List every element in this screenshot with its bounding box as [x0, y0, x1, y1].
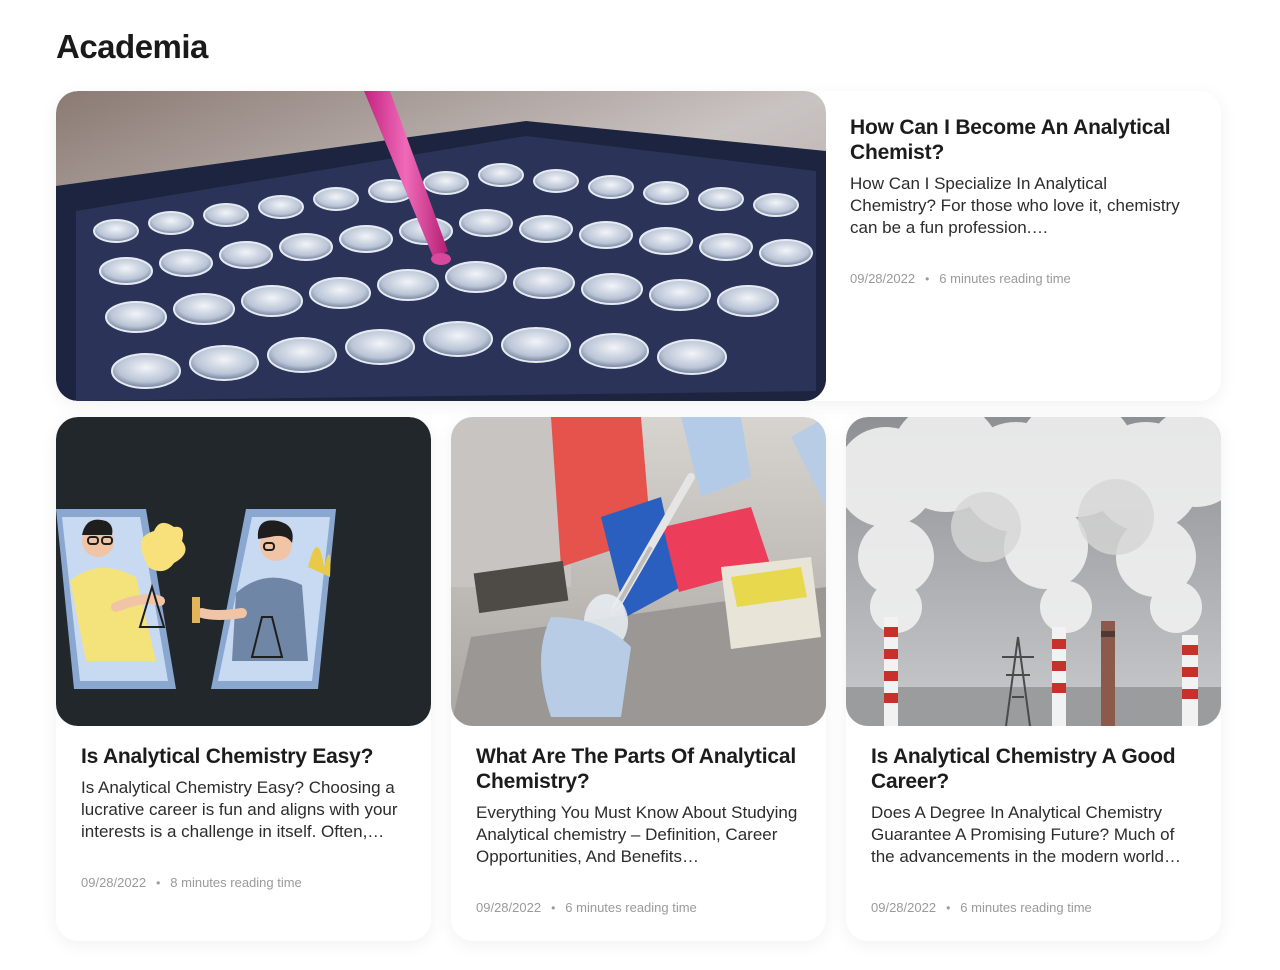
- article-meta: 09/28/2022 • 6 minutes reading time: [871, 900, 1201, 915]
- article-image[interactable]: [56, 417, 431, 726]
- featured-article-excerpt: How Can I Specialize In Analytical Chemi…: [850, 174, 1180, 237]
- article-excerpt: Is Analytical Chemistry Easy? Choosing a…: [81, 778, 398, 841]
- featured-article-image[interactable]: [56, 91, 826, 401]
- page: Academia How Can I Become An Analytical …: [0, 0, 1280, 970]
- article-title[interactable]: What Are The Parts Of Analytical Chemist…: [476, 744, 806, 794]
- reading-time: 8 minutes reading time: [170, 875, 302, 890]
- featured-article-title[interactable]: How Can I Become An Analytical Chemist?: [850, 115, 1195, 165]
- article-body: Is Analytical Chemistry Easy? Is Analyti…: [81, 744, 411, 890]
- meta-separator: •: [156, 875, 161, 890]
- article-date: 09/28/2022: [850, 271, 916, 286]
- article-card[interactable]: Is Analytical Chemistry Easy? Is Analyti…: [56, 417, 431, 941]
- featured-article-body: How Can I Become An Analytical Chemist? …: [850, 115, 1195, 286]
- article-meta: 09/28/2022 • 8 minutes reading time: [81, 875, 411, 890]
- article-title[interactable]: Is Analytical Chemistry A Good Career?: [871, 744, 1201, 794]
- article-card[interactable]: Is Analytical Chemistry A Good Career? D…: [846, 417, 1221, 941]
- meta-separator: •: [946, 900, 951, 915]
- article-card[interactable]: What Are The Parts Of Analytical Chemist…: [451, 417, 826, 941]
- featured-article-card[interactable]: How Can I Become An Analytical Chemist? …: [56, 91, 1221, 401]
- article-body: What Are The Parts Of Analytical Chemist…: [476, 744, 806, 915]
- article-meta: 09/28/2022 • 6 minutes reading time: [476, 900, 806, 915]
- article-image[interactable]: [451, 417, 826, 726]
- reading-time: 6 minutes reading time: [960, 900, 1092, 915]
- reading-time: 6 minutes reading time: [939, 271, 1071, 286]
- meta-separator: •: [551, 900, 556, 915]
- article-body: Is Analytical Chemistry A Good Career? D…: [871, 744, 1201, 915]
- article-image[interactable]: [846, 417, 1221, 726]
- meta-separator: •: [925, 271, 930, 286]
- article-title[interactable]: Is Analytical Chemistry Easy?: [81, 744, 411, 769]
- featured-article-meta: 09/28/2022 • 6 minutes reading time: [850, 271, 1195, 286]
- article-date: 09/28/2022: [476, 900, 542, 915]
- article-excerpt: Everything You Must Know About Studying …: [476, 803, 798, 866]
- article-excerpt: Does A Degree In Analytical Chemistry Gu…: [871, 803, 1181, 866]
- article-date: 09/28/2022: [81, 875, 147, 890]
- reading-time: 6 minutes reading time: [565, 900, 697, 915]
- article-date: 09/28/2022: [871, 900, 937, 915]
- section-title: Academia: [56, 28, 208, 65]
